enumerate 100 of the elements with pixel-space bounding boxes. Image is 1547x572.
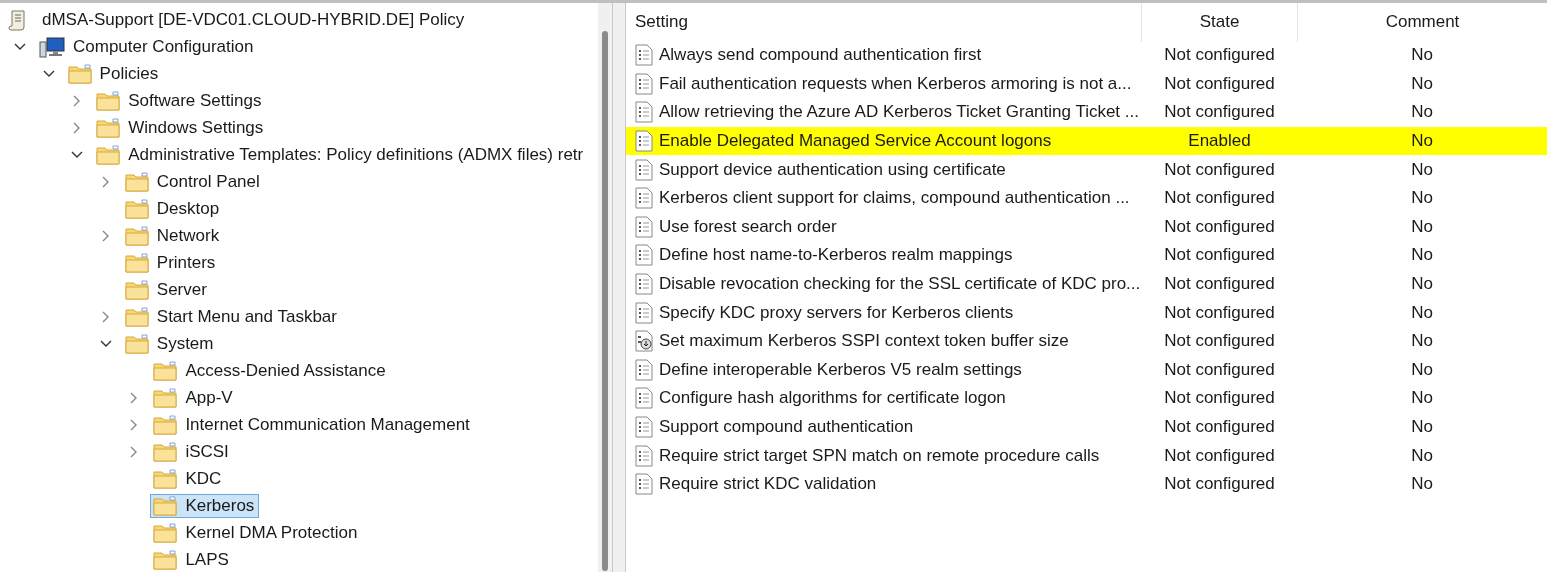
table-row[interactable]: Support compound authentication Not configured No xyxy=(626,412,1547,442)
setting-name: Kerberos client support for claims, compound authentication ... xyxy=(659,188,1130,209)
tree-item[interactable]: System xyxy=(121,331,219,356)
state-text: Not configured xyxy=(1163,330,1276,353)
tree-item[interactable]: KDC xyxy=(150,466,227,491)
comment-text: No xyxy=(1410,158,1434,181)
chevron-right-icon[interactable] xyxy=(130,445,139,458)
comment-text: No xyxy=(1410,473,1434,496)
chevron-right-icon[interactable] xyxy=(73,121,82,134)
chevron-down-icon[interactable] xyxy=(71,150,84,159)
state-text: Not configured xyxy=(1163,358,1276,381)
state-text: Not configured xyxy=(1163,187,1276,210)
folder-icon xyxy=(153,387,178,408)
tree-item[interactable]: Computer Configuration xyxy=(36,33,259,60)
tree-item[interactable]: Software Settings xyxy=(93,88,267,113)
setting-name: Configure hash algorithms for certificate logon xyxy=(659,388,1006,409)
chevron-down-icon[interactable] xyxy=(14,42,26,51)
table-row[interactable]: Allow retrieving the Azure AD Kerberos Ticket Granting Ticket ... Not configured No xyxy=(626,98,1547,127)
table-row[interactable]: Use forest search order Not configured No xyxy=(626,212,1547,242)
comment-text: No xyxy=(1410,130,1434,153)
folder-icon xyxy=(124,252,149,273)
table-row[interactable]: Require strict KDC validation Not configured No xyxy=(626,469,1547,499)
document-list-icon xyxy=(635,473,653,496)
column-header[interactable]: State xyxy=(1142,3,1298,42)
column-header[interactable]: Setting xyxy=(626,3,1142,42)
comment-text: No xyxy=(1410,187,1434,210)
chevron-right-icon[interactable] xyxy=(130,418,139,431)
folder-icon xyxy=(124,306,149,327)
document-list-icon xyxy=(635,301,653,324)
column-header[interactable]: Comment xyxy=(1298,3,1547,42)
tree-item[interactable]: App-V xyxy=(150,385,238,410)
document-download-icon xyxy=(635,330,653,353)
comment-text: No xyxy=(1410,330,1434,353)
table-row[interactable]: Support device authentication using certificate Not configured No xyxy=(626,155,1547,184)
policy-title: dMSA-Support [DE-VDC01.CLOUD-HYBRID.DE] Policy xyxy=(42,9,465,30)
setting-name: Define host name-to-Kerberos realm mappings xyxy=(659,245,1013,266)
state-text: Not configured xyxy=(1163,101,1276,124)
scrollbar[interactable] xyxy=(598,3,612,572)
document-list-icon xyxy=(635,244,653,267)
table-row[interactable]: Fail authentication requests when Kerberos armoring is not a... Not configured No xyxy=(626,69,1547,99)
tree-item[interactable]: Desktop xyxy=(121,196,225,221)
document-list-icon xyxy=(635,273,653,296)
setting-name: Set maximum Kerberos SSPI context token buffer size xyxy=(659,331,1069,352)
tree-item[interactable]: Internet Communication Management xyxy=(150,412,475,437)
state-text: Not configured xyxy=(1163,444,1276,467)
table-row[interactable]: Require strict target SPN match on remote procedure calls Not configured No xyxy=(626,441,1547,470)
comment-text: No xyxy=(1410,416,1434,438)
state-text: Not configured xyxy=(1163,72,1276,95)
document-list-icon xyxy=(635,444,653,467)
setting-name: Allow retrieving the Azure AD Kerberos Ticket Granting Ticket ... xyxy=(659,102,1139,123)
folder-icon xyxy=(124,198,149,219)
selected-tree-item[interactable]: Kerberos xyxy=(150,493,260,518)
comment-text: No xyxy=(1410,444,1434,467)
setting-name: Always send compound authentication first xyxy=(659,45,982,66)
tree-item[interactable]: LAPS xyxy=(150,547,234,572)
document-list-icon xyxy=(635,416,653,438)
folder-icon xyxy=(96,90,121,111)
document-list-icon xyxy=(635,387,653,410)
table-row[interactable]: Always send compound authentication first Not configured No xyxy=(626,41,1547,70)
tree-item[interactable]: Windows Settings xyxy=(93,115,269,140)
scroll-icon xyxy=(8,8,28,31)
document-list-icon xyxy=(635,72,653,95)
chevron-right-icon[interactable] xyxy=(101,229,110,242)
tree-item[interactable]: Access-Denied Assistance xyxy=(150,358,391,383)
chevron-down-icon[interactable] xyxy=(42,69,55,78)
state-text: Not configured xyxy=(1163,273,1276,296)
tree-item[interactable]: Control Panel xyxy=(121,169,265,194)
table-row[interactable]: Set maximum Kerberos SSPI context token buffer size Not configured No xyxy=(626,326,1547,356)
tree-item[interactable]: Network xyxy=(121,223,225,248)
chevron-right-icon[interactable] xyxy=(101,310,110,323)
table-row[interactable]: Enable Delegated Managed Service Account logons Enabled No xyxy=(626,126,1547,156)
setting-name: Support compound authentication xyxy=(659,417,914,437)
comment-text: No xyxy=(1410,215,1434,238)
tree-item[interactable]: Printers xyxy=(121,250,221,275)
table-row[interactable]: Define interoperable Kerberos V5 realm settings Not configured No xyxy=(626,355,1547,385)
table-row[interactable]: Configure hash algorithms for certificate logon Not configured No xyxy=(626,384,1547,413)
folder-icon xyxy=(67,63,92,84)
table-row[interactable]: Define host name-to-Kerberos realm mappings Not configured No xyxy=(626,241,1547,270)
setting-name: Specify KDC proxy servers for Kerberos clients xyxy=(659,302,1014,323)
setting-name: Disable revocation checking for the SSL certificate of KDC pro... xyxy=(659,274,1141,295)
state-text: Not configured xyxy=(1163,416,1276,438)
table-row[interactable]: Kerberos client support for claims, compound authentication ... Not configured No xyxy=(626,183,1547,213)
tree-item[interactable]: Start Menu and Taskbar xyxy=(121,304,342,329)
chevron-down-icon[interactable] xyxy=(99,339,112,348)
chevron-right-icon[interactable] xyxy=(101,175,110,188)
tree-item[interactable]: Server xyxy=(121,277,212,302)
comment-text: No xyxy=(1410,72,1434,95)
chevron-right-icon[interactable] xyxy=(73,94,82,107)
table-row[interactable]: Specify KDC proxy servers for Kerberos clients Not configured No xyxy=(626,298,1547,327)
folder-icon xyxy=(96,144,121,165)
chevron-right-icon[interactable] xyxy=(130,391,139,404)
document-list-icon xyxy=(635,44,653,67)
tree-item[interactable]: Kernel DMA Protection xyxy=(150,520,363,545)
tree-item[interactable]: Administrative Templates: Policy definitions (ADMX files) retr xyxy=(93,142,589,167)
setting-name: Define interoperable Kerberos V5 realm settings xyxy=(659,359,1022,380)
table-row[interactable]: Disable revocation checking for the SSL certificate of KDC pro... Not configured No xyxy=(626,269,1547,299)
comment-text: No xyxy=(1410,358,1434,381)
tree-item[interactable]: iSCSI xyxy=(150,439,234,464)
document-list-icon xyxy=(635,130,653,153)
tree-item[interactable]: Policies xyxy=(64,61,164,86)
